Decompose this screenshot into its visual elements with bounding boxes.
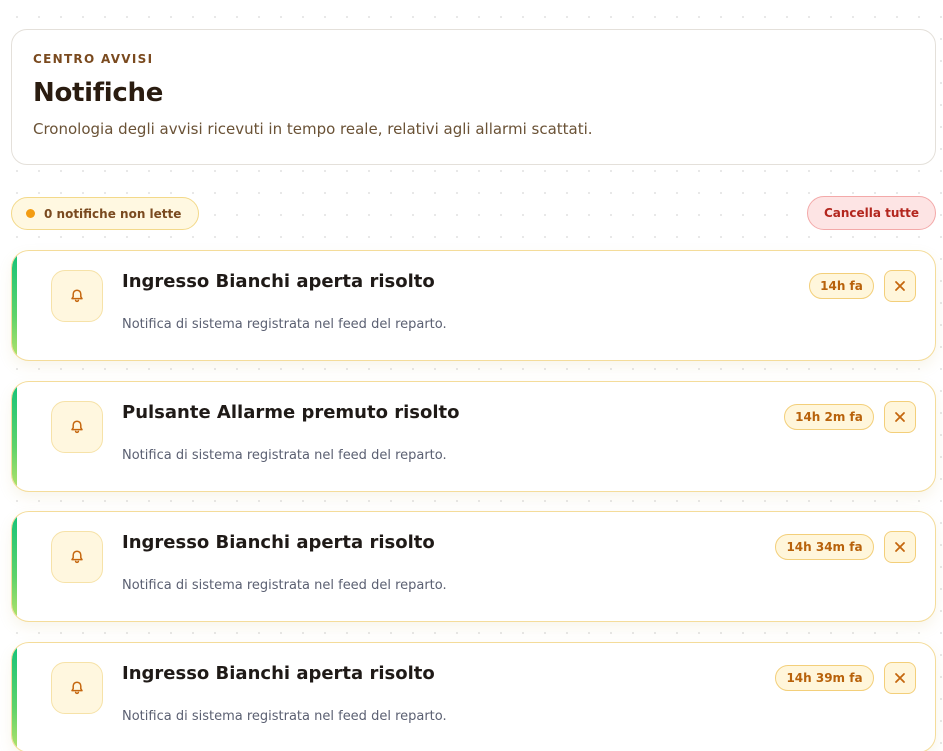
header-card: CENTRO AVVISI Notifiche Cronologia degli… [11, 29, 936, 165]
notification-title: Ingresso Bianchi aperta risolto [122, 271, 435, 292]
close-icon [895, 542, 905, 552]
notification-accent-bar [12, 512, 17, 621]
notification-card: Ingresso Bianchi aperta risolto Notifica… [11, 250, 936, 361]
notification-description: Notifica di sistema registrata nel feed … [122, 709, 447, 724]
notification-card: Ingresso Bianchi aperta risolto Notifica… [11, 642, 936, 751]
notification-time-badge: 14h 39m fa [775, 665, 874, 691]
close-icon [895, 281, 905, 291]
notification-accent-bar [12, 382, 17, 491]
notification-title: Ingresso Bianchi aperta risolto [122, 532, 435, 553]
notification-accent-bar [12, 643, 17, 751]
dismiss-notification-button[interactable] [884, 270, 916, 302]
notification-card: Pulsante Allarme premuto risolto Notific… [11, 381, 936, 492]
page-title: Notifiche [33, 78, 164, 108]
notification-accent-bar [12, 251, 17, 360]
unread-count-label: 0 notifiche non lette [44, 206, 182, 221]
notification-title: Ingresso Bianchi aperta risolto [122, 663, 435, 684]
notification-description: Notifica di sistema registrata nel feed … [122, 578, 447, 593]
bell-icon [51, 270, 103, 322]
dot-icon [26, 209, 35, 218]
bell-icon [51, 531, 103, 583]
dismiss-notification-button[interactable] [884, 662, 916, 694]
notification-time-badge: 14h fa [809, 273, 874, 299]
close-icon [895, 412, 905, 422]
close-icon [895, 673, 905, 683]
notification-title: Pulsante Allarme premuto risolto [122, 402, 460, 423]
bell-icon [51, 662, 103, 714]
notification-description: Notifica di sistema registrata nel feed … [122, 317, 447, 332]
unread-count-badge: 0 notifiche non lette [11, 197, 199, 230]
notification-time-badge: 14h 2m fa [784, 404, 874, 430]
clear-all-button[interactable]: Cancella tutte [807, 196, 936, 230]
dismiss-notification-button[interactable] [884, 531, 916, 563]
notification-card: Ingresso Bianchi aperta risolto Notifica… [11, 511, 936, 622]
page-description: Cronologia degli avvisi ricevuti in temp… [33, 120, 593, 138]
section-eyebrow: CENTRO AVVISI [33, 52, 154, 66]
notification-time-badge: 14h 34m fa [775, 534, 874, 560]
notification-description: Notifica di sistema registrata nel feed … [122, 448, 447, 463]
dismiss-notification-button[interactable] [884, 401, 916, 433]
bell-icon [51, 401, 103, 453]
